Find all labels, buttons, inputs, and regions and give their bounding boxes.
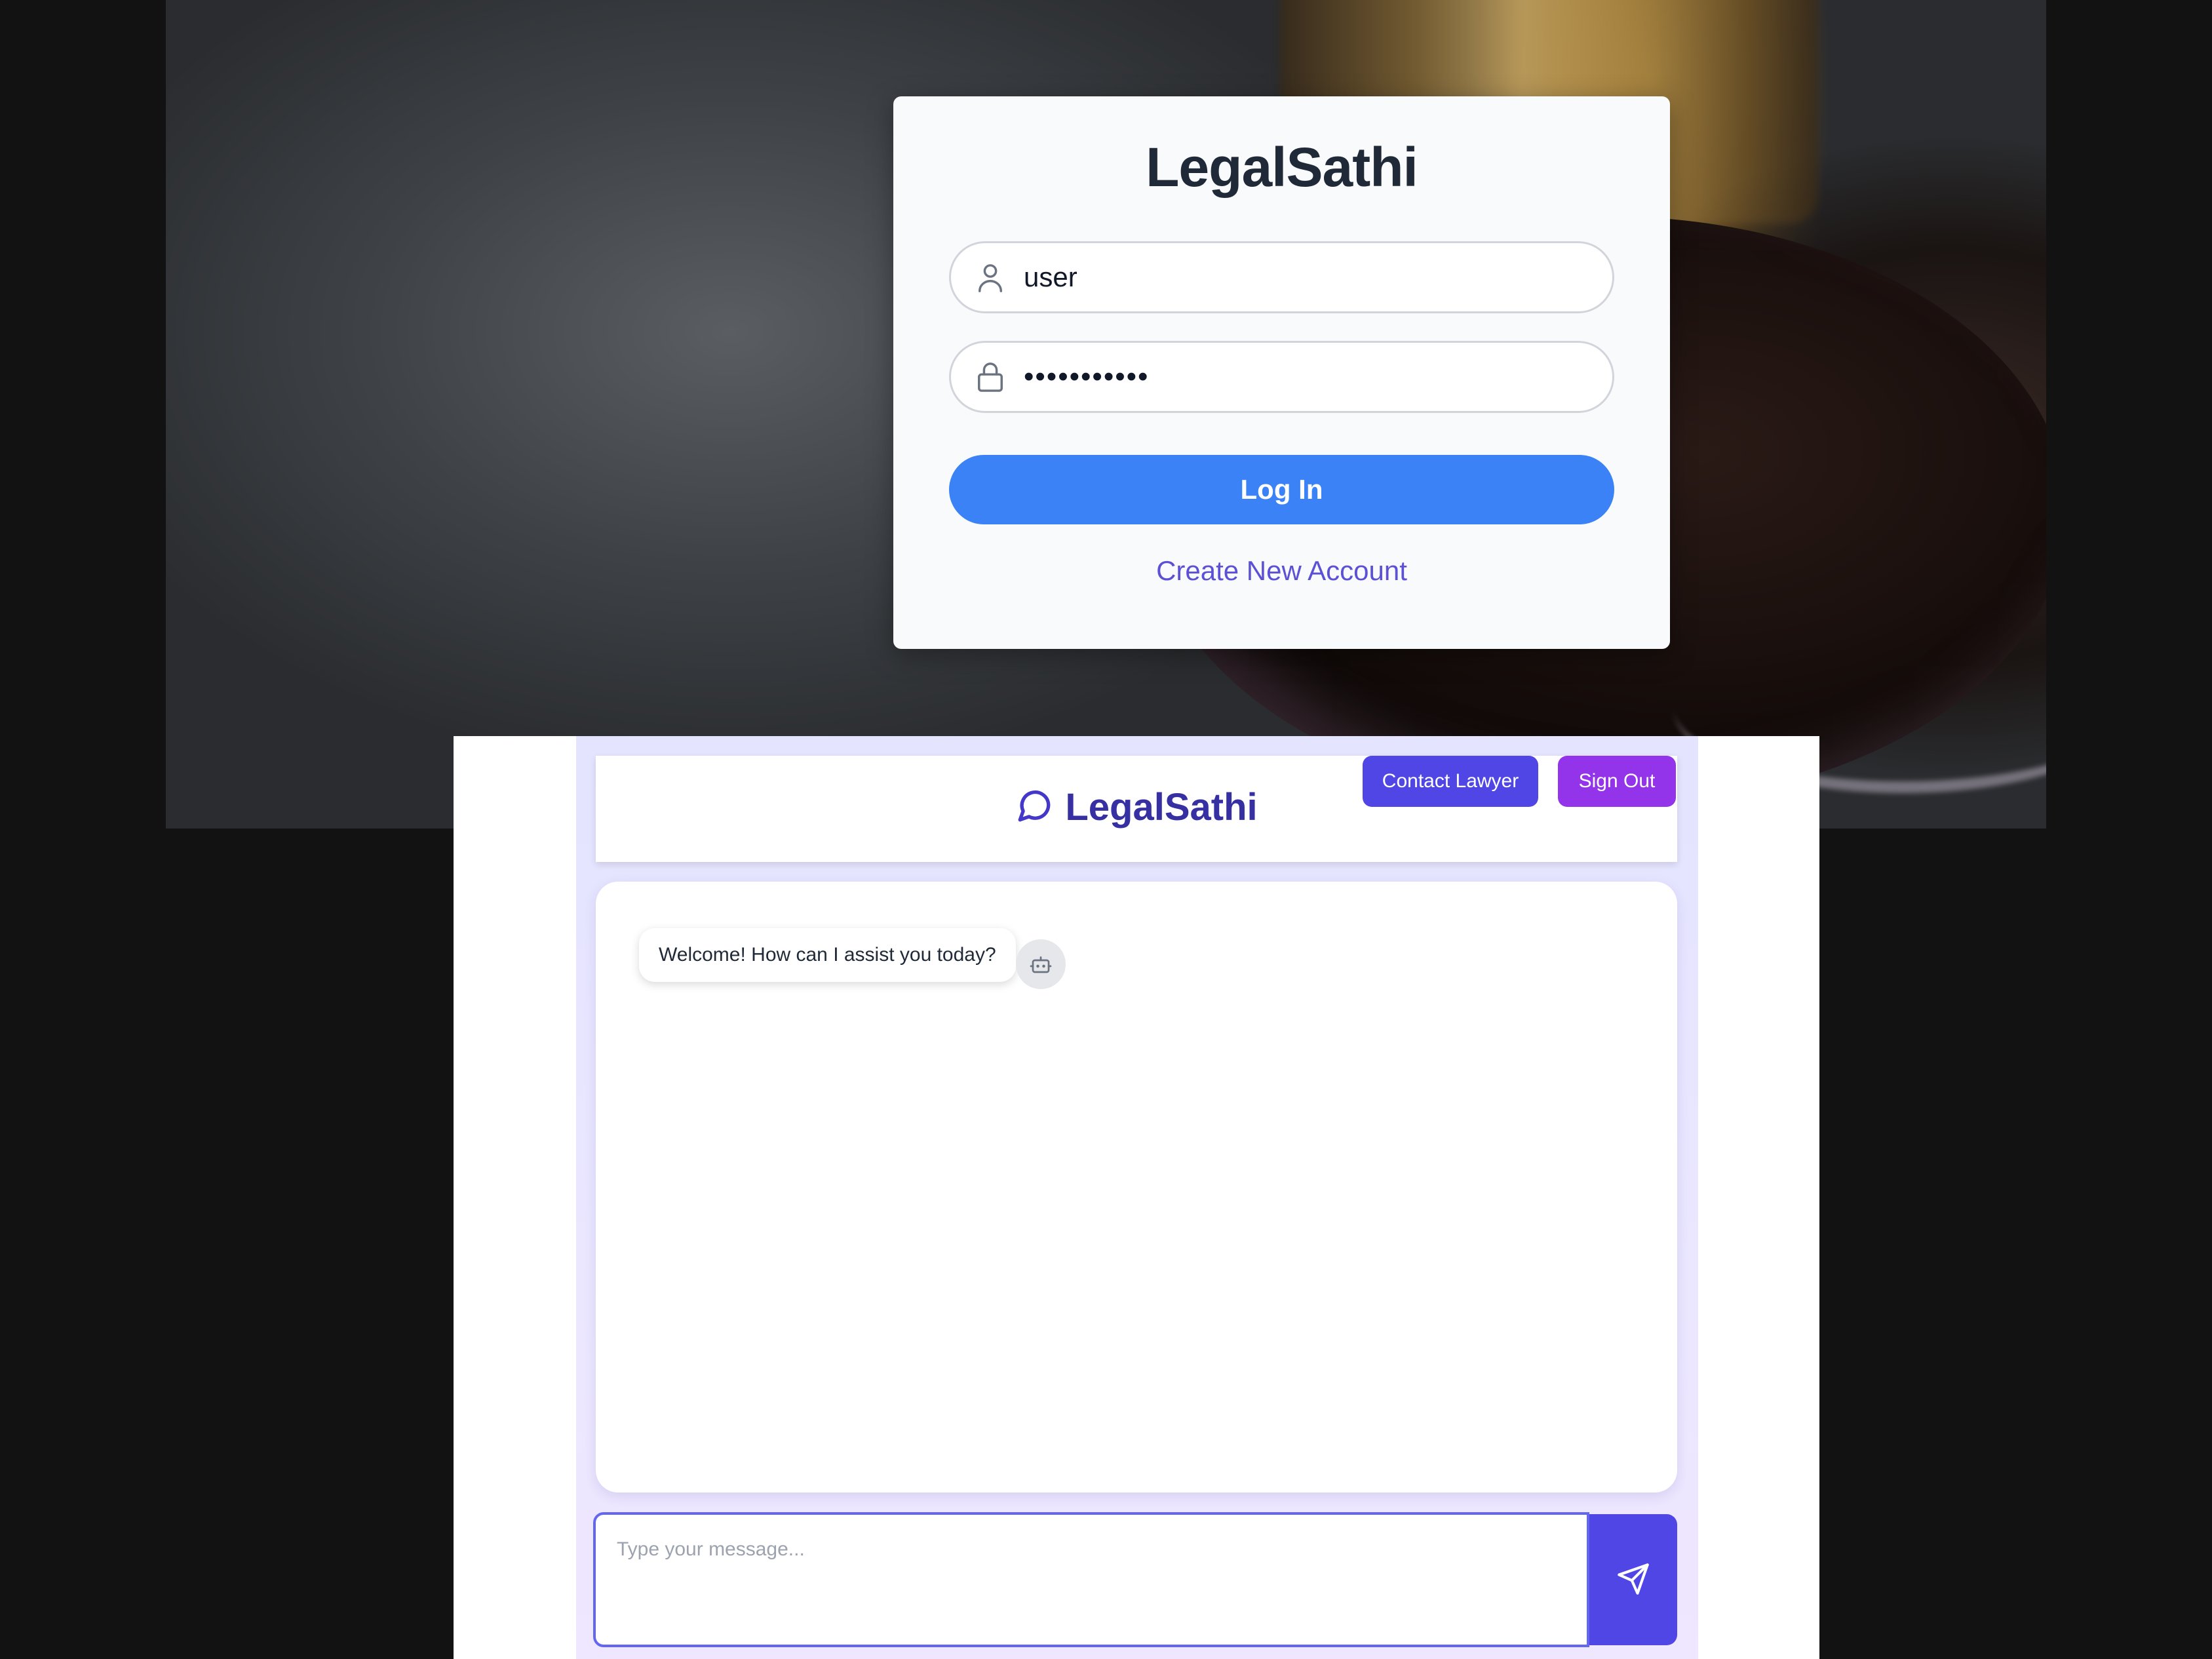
brand-name: LegalSathi	[1065, 786, 1258, 829]
message-list: Welcome! How can I assist you today?	[596, 882, 1677, 1493]
login-title: LegalSathi	[1146, 136, 1418, 198]
chat-app: LegalSathi Contact Lawyer Sign Out Welco…	[576, 736, 1698, 1659]
login-card: LegalSathi Lo	[893, 96, 1670, 649]
chat-screen: LegalSathi Contact Lawyer Sign Out Welco…	[454, 736, 1819, 1659]
send-button[interactable]	[1589, 1514, 1677, 1645]
message-composer	[593, 1512, 1677, 1647]
login-screen: LegalSathi Lo	[166, 0, 2046, 829]
user-icon	[974, 261, 1007, 294]
password-field[interactable]	[949, 341, 1614, 413]
chat-header: LegalSathi Contact Lawyer Sign Out	[596, 756, 1677, 862]
robot-icon	[1015, 939, 1066, 989]
contact-lawyer-button[interactable]: Contact Lawyer	[1363, 756, 1538, 807]
username-input[interactable]	[1024, 262, 1612, 293]
message-row: Welcome! How can I assist you today?	[639, 921, 1066, 989]
login-button[interactable]: Log In	[949, 455, 1614, 524]
send-icon	[1616, 1562, 1650, 1598]
bot-message: Welcome! How can I assist you today?	[639, 928, 1016, 982]
message-input[interactable]	[593, 1512, 1589, 1647]
username-field[interactable]	[949, 241, 1614, 313]
lock-icon	[974, 361, 1007, 393]
sign-out-button[interactable]: Sign Out	[1558, 756, 1676, 807]
chat-bubble-icon	[1015, 787, 1053, 828]
screenshot-stage: LegalSathi Lo	[0, 0, 2212, 1659]
create-account-link[interactable]: Create New Account	[893, 555, 1670, 587]
password-input[interactable]	[1024, 361, 1612, 393]
